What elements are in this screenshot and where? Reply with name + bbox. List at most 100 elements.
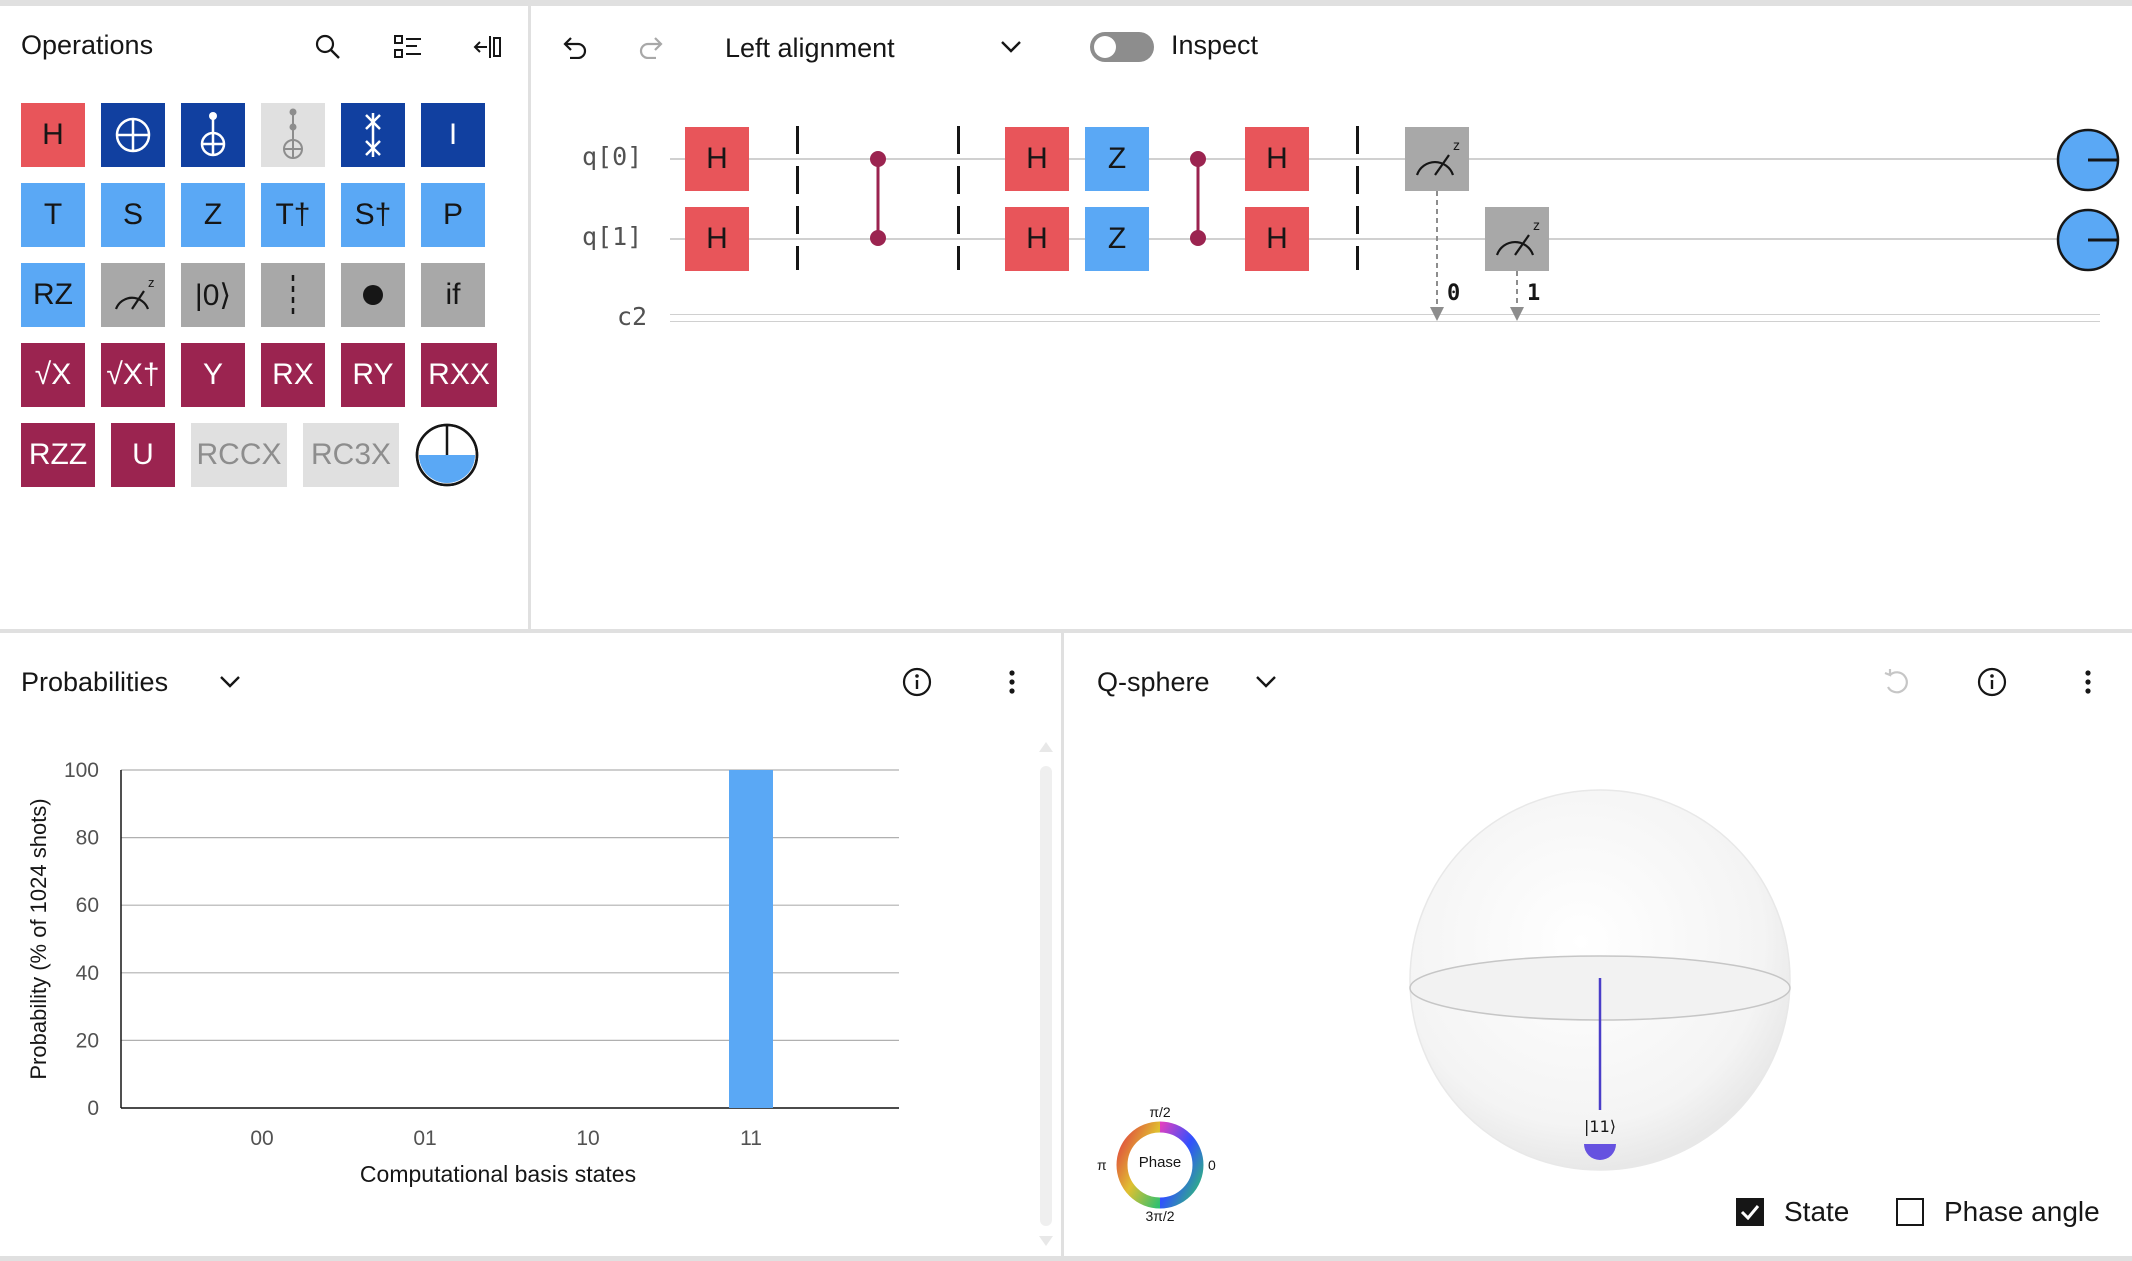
qsphere-info-button[interactable] <box>1970 660 2014 704</box>
panel-divider-vertical[interactable] <box>528 6 531 632</box>
classical-register-label: c2 <box>617 302 648 331</box>
phase-angle-checkbox-row[interactable]: Phase angle <box>1896 1196 2100 1228</box>
qsphere-overflow-menu[interactable] <box>2066 660 2110 704</box>
panel-divider-horizontal[interactable] <box>0 629 2132 633</box>
measure-gate[interactable]: z <box>101 263 165 327</box>
t-gate[interactable]: T <box>21 183 85 247</box>
redo-button[interactable] <box>630 25 674 69</box>
circuit-h-gate-q0[interactable]: H <box>685 127 749 191</box>
barrier-segment[interactable] <box>796 246 799 270</box>
swap-gate[interactable] <box>341 103 405 167</box>
undo-button[interactable] <box>552 25 596 69</box>
sxdg-gate[interactable]: √X† <box>101 343 165 407</box>
statevector-icon <box>415 423 479 487</box>
barrier-segment[interactable] <box>796 126 799 154</box>
phase-angle-checkbox[interactable] <box>1896 1198 1924 1226</box>
search-button[interactable] <box>306 25 350 69</box>
state-checkbox[interactable] <box>1736 1198 1764 1226</box>
collapse-panel-button[interactable] <box>466 25 510 69</box>
gate-label: Y <box>202 358 223 391</box>
tdg-gate[interactable]: T† <box>261 183 325 247</box>
gate-label: S <box>122 198 143 231</box>
bar-11 <box>729 770 773 1108</box>
rxx-gate[interactable]: RXX <box>421 343 497 407</box>
alignment-dropdown[interactable]: Left alignment <box>725 28 1025 68</box>
measure-basis-label: z <box>1533 217 1540 233</box>
rccx-gate[interactable]: RCCX <box>191 423 287 487</box>
barrier-segment[interactable] <box>1356 206 1359 234</box>
toffoli-gate[interactable] <box>261 103 325 167</box>
inspect-toggle[interactable] <box>1090 32 1154 62</box>
gate-label: T† <box>275 198 311 231</box>
barrier-segment[interactable] <box>957 126 960 154</box>
rc3x-gate[interactable]: RC3X <box>303 423 399 487</box>
chevron-down-icon <box>1256 676 1276 688</box>
not-gate[interactable] <box>101 103 165 167</box>
sx-gate[interactable]: √X <box>21 343 85 407</box>
panel-divider-bottom-vertical[interactable] <box>1061 633 1064 1261</box>
circuit-h-gate-q0[interactable]: H <box>1005 127 1069 191</box>
circuit-z-gate-q0[interactable]: Z <box>1085 127 1149 191</box>
circuit-h-gate-q1[interactable]: H <box>685 207 749 271</box>
gate-label: √X† <box>106 358 160 391</box>
list-view-icon <box>394 35 421 58</box>
overflow-menu-icon <box>1009 670 1015 694</box>
barrier-segment[interactable] <box>1356 126 1359 154</box>
measure-icon: z <box>1415 137 1460 176</box>
p-gate[interactable]: P <box>421 183 485 247</box>
qsphere-view-dropdown[interactable] <box>1244 660 1288 704</box>
sdg-gate[interactable]: S† <box>341 183 405 247</box>
list-view-button[interactable] <box>386 25 430 69</box>
circuit-h-gate-q1[interactable]: H <box>1245 207 1309 271</box>
barrier-segment[interactable] <box>1356 166 1359 194</box>
probabilities-view-dropdown[interactable] <box>208 660 252 704</box>
control-gate[interactable] <box>341 263 405 327</box>
z-gate[interactable]: Z <box>181 183 245 247</box>
circuit-z-gate-q1[interactable]: Z <box>1085 207 1149 271</box>
circuit-measure-q1[interactable]: z <box>1485 207 1549 271</box>
collapse-panel-icon <box>473 36 501 58</box>
u-gate[interactable]: U <box>111 423 175 487</box>
barrier-segment[interactable] <box>1356 246 1359 270</box>
circuit-h-gate-q0[interactable]: H <box>1245 127 1309 191</box>
barrier-gate[interactable] <box>261 263 325 327</box>
barrier-segment[interactable] <box>957 246 960 270</box>
qubit-state-indicator-q0[interactable] <box>2055 127 2121 193</box>
ry-gate[interactable]: RY <box>341 343 405 407</box>
circuit-h-gate-q1[interactable]: H <box>1005 207 1069 271</box>
barrier-segment[interactable] <box>957 206 960 234</box>
gate-label: H <box>42 118 64 151</box>
measure-arrow-q0 <box>1430 191 1444 321</box>
barrier-segment[interactable] <box>957 166 960 194</box>
rz-gate[interactable]: RZ <box>21 263 85 327</box>
circuit-measure-q0[interactable]: z <box>1405 127 1469 191</box>
statevector-gate[interactable] <box>414 422 480 488</box>
qubit-state-indicator-q1[interactable] <box>2055 207 2121 273</box>
probabilities-info-button[interactable] <box>895 660 939 704</box>
qubit-label-1[interactable]: q[1] <box>582 222 642 251</box>
y-gate[interactable]: Y <box>181 343 245 407</box>
reset-gate[interactable]: |0⟩ <box>181 263 245 327</box>
barrier-segment[interactable] <box>796 166 799 194</box>
cz-gate[interactable] <box>866 150 890 246</box>
gate-label: H <box>1026 142 1048 175</box>
scrollbar-thumb[interactable] <box>1040 766 1052 1226</box>
cnot-gate[interactable] <box>181 103 245 167</box>
qsphere-visualization[interactable]: |11⟩ <box>1400 780 1800 1180</box>
alignment-value: Left alignment <box>725 32 895 63</box>
s-gate[interactable]: S <box>101 183 165 247</box>
rx-gate[interactable]: RX <box>261 343 325 407</box>
rzz-gate[interactable]: RZZ <box>21 423 95 487</box>
h-gate[interactable]: H <box>21 103 85 167</box>
probabilities-overflow-menu[interactable] <box>990 660 1034 704</box>
gate-label: RC3X <box>310 438 392 471</box>
chart-scrollbar[interactable] <box>1038 740 1054 1250</box>
if-gate[interactable]: if <box>421 263 485 327</box>
i-gate[interactable]: I <box>421 103 485 167</box>
qsphere-reset-button[interactable] <box>1875 660 1919 704</box>
qubit-label-0[interactable]: q[0] <box>582 142 642 171</box>
state-checkbox-row[interactable]: State <box>1736 1196 1849 1228</box>
cz-gate[interactable] <box>1186 150 1210 246</box>
barrier-segment[interactable] <box>796 206 799 234</box>
gate-label: T <box>43 198 63 231</box>
